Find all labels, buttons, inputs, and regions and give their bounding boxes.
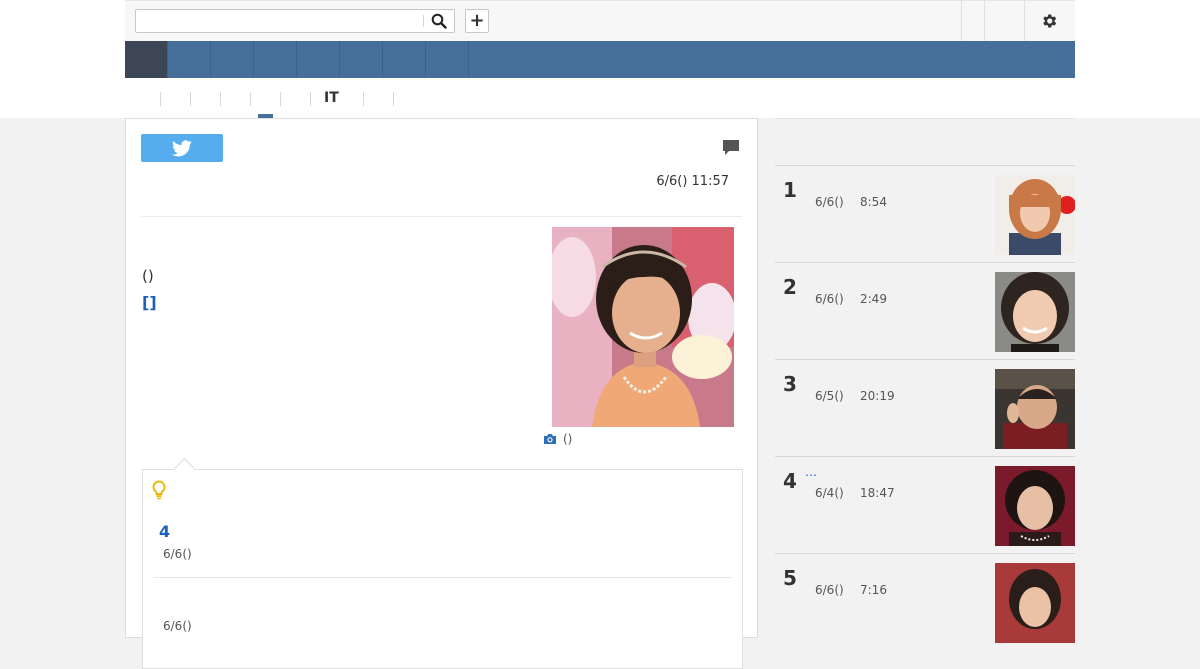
subnav-divider	[363, 92, 364, 106]
lightbulb-icon	[152, 480, 166, 500]
ranking-time: 20:19	[860, 389, 895, 403]
header-divider	[1024, 1, 1025, 41]
search-box	[135, 9, 455, 33]
ranking-date: 6/5()	[815, 389, 844, 403]
ranking-item[interactable]: 4 … 6/4() 18:47	[775, 456, 1075, 553]
subnav-divider	[160, 92, 161, 106]
comment-icon	[723, 140, 739, 155]
nav-item[interactable]	[426, 41, 469, 78]
related-date: 6/6()	[163, 619, 192, 633]
header-divider	[961, 1, 962, 41]
twitter-bird-icon	[172, 139, 192, 156]
ranking-item[interactable]: 3 6/5() 20:19	[775, 359, 1075, 456]
ranking-time: 8:54	[860, 195, 887, 209]
ranking-time: 7:16	[860, 583, 887, 597]
photo-caption-text: ()	[563, 432, 573, 446]
subnav-divider	[280, 92, 281, 106]
search-icon	[431, 13, 447, 29]
tip-indicator	[151, 480, 167, 504]
article-timestamp: 6/6() 11:57	[656, 174, 729, 189]
ranking-time: 18:47	[860, 486, 895, 500]
subnav-item-it[interactable]: IT	[324, 90, 339, 106]
nav-item[interactable]	[254, 41, 297, 78]
sidebar-top-rule	[775, 118, 1075, 119]
ranking-number: 4	[783, 469, 797, 493]
ranking-number: 1	[783, 178, 797, 202]
article-link[interactable]: []	[142, 293, 157, 312]
ranking-item[interactable]: 2 6/6() 2:49	[775, 262, 1075, 359]
subnav-divider	[393, 92, 394, 106]
ranking-date: 6/6()	[815, 292, 844, 306]
ranking-time: 2:49	[860, 292, 887, 306]
settings-button[interactable]	[1037, 11, 1061, 31]
portrait-image	[552, 227, 734, 427]
ranking-number: 5	[783, 566, 797, 590]
search-input[interactable]	[136, 10, 422, 32]
category-subnav: IT	[125, 86, 1075, 118]
ranking-item[interactable]: 1 6/6() 8:54	[775, 165, 1075, 262]
divider	[154, 577, 732, 578]
nav-item[interactable]	[340, 41, 383, 78]
twitter-share-button[interactable]	[141, 134, 223, 162]
ranking-title-ellipsis: …	[805, 465, 817, 479]
ranking-date: 6/6()	[815, 195, 844, 209]
camera-icon	[544, 434, 556, 444]
article-source-text: ()	[142, 267, 154, 285]
subnav-divider	[310, 92, 311, 106]
ranking-number: 3	[783, 372, 797, 396]
related-count-link[interactable]: 4	[159, 522, 170, 541]
divider	[141, 216, 742, 217]
ranking-thumbnail	[995, 272, 1075, 352]
ranking-item[interactable]: 5 6/6() 7:16	[775, 553, 1075, 650]
related-date: 6/6()	[163, 547, 192, 561]
add-button[interactable]: +	[465, 9, 489, 33]
ranking-number: 2	[783, 275, 797, 299]
main-nav-bar	[125, 41, 1075, 78]
top-header: +	[125, 0, 1075, 41]
nav-item[interactable]	[297, 41, 340, 78]
photo-caption: ()	[543, 432, 572, 446]
ranking-thumbnail	[995, 563, 1075, 643]
article-panel: 6/6() 11:57 () [] () 4 6/6() 6/6()	[125, 118, 758, 669]
search-button[interactable]	[428, 12, 450, 30]
subnav-divider	[250, 92, 251, 106]
ranking-date: 6/6()	[815, 583, 844, 597]
comment-button[interactable]	[722, 139, 740, 160]
nav-item[interactable]	[383, 41, 426, 78]
ranking-date: 6/4()	[815, 486, 844, 500]
header-divider	[984, 1, 985, 41]
subnav-divider	[220, 92, 221, 106]
article-photo[interactable]	[552, 227, 734, 427]
subnav-divider	[190, 92, 191, 106]
ranking-thumbnail	[995, 175, 1075, 255]
nav-item[interactable]	[168, 41, 211, 78]
nav-item[interactable]	[211, 41, 254, 78]
related-box: 4 6/6() 6/6()	[142, 457, 743, 669]
gear-icon	[1043, 14, 1057, 28]
nav-item-home[interactable]	[125, 41, 168, 78]
callout-notch	[173, 457, 196, 480]
ranking-thumbnail	[995, 466, 1075, 546]
ranking-thumbnail	[995, 369, 1075, 449]
search-divider	[423, 15, 424, 27]
